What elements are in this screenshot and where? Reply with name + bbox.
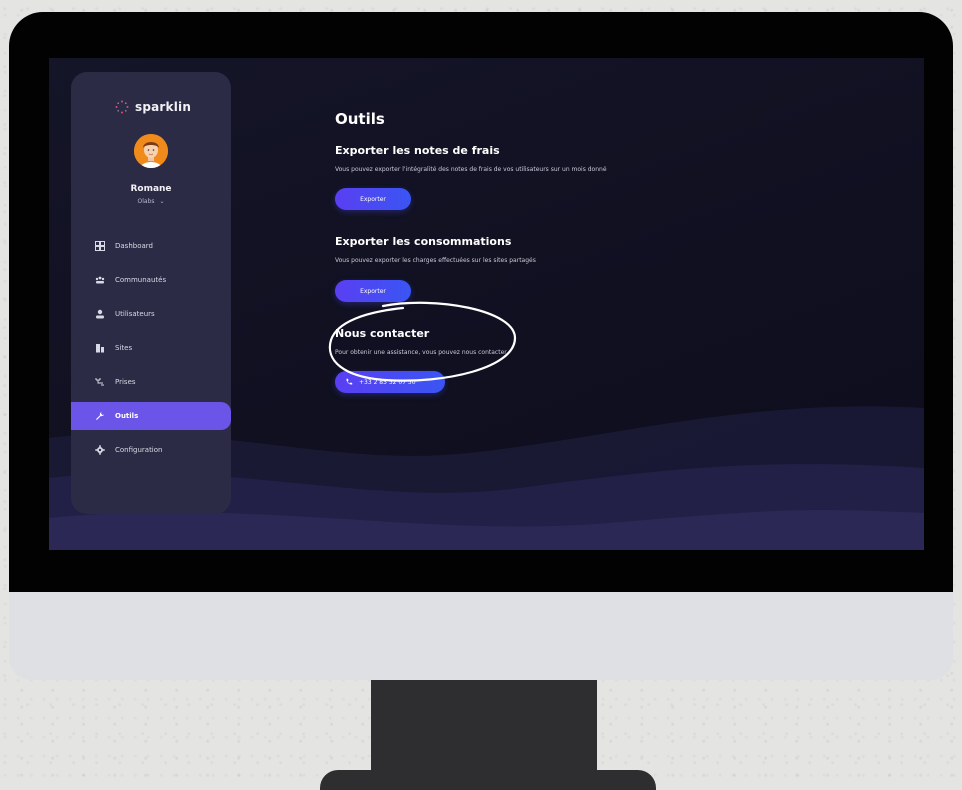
sparkle-logo-icon [115,100,129,114]
dashboard-icon [95,241,105,251]
contact-phone-button[interactable]: +33 2 85 52 07 50 [335,371,445,393]
communities-icon [95,276,105,284]
sidebar-item-utilisateurs[interactable]: Utilisateurs [71,300,231,328]
chevron-down-icon: ⌄ [159,198,165,205]
section-title-expense-export: Exporter les notes de frais [335,144,500,157]
sidebar-item-sites[interactable]: Sites [71,334,231,362]
export-expenses-button[interactable]: Exporter [335,188,411,210]
avatar[interactable] [134,134,168,168]
sidebar-item-label: Configuration [115,446,163,454]
sidebar-item-communautes[interactable]: Communautés [71,266,231,294]
monitor-chin [9,592,953,680]
export-consumption-button[interactable]: Exporter [335,280,411,302]
sidebar-item-configuration[interactable]: Configuration [71,436,231,464]
app-screen: sparklin Romane Olabs ⌄ Dashboard Commun… [49,58,924,550]
main-content: Outils Exporter les notes de frais Vous … [335,58,895,550]
sidebar-item-label: Prises [115,378,136,386]
org-selector[interactable]: Olabs ⌄ [71,198,231,205]
sidebar: sparklin Romane Olabs ⌄ Dashboard Commun… [71,72,231,514]
page-title: Outils [335,110,385,128]
building-icon [96,344,104,353]
section-title-consumption-export: Exporter les consommations [335,235,512,248]
section-description-consumption-export: Vous pouvez exporter les charges effectu… [335,257,536,264]
section-description-contact: Pour obtenir une assistance, vous pouvez… [335,349,507,356]
wrench-icon [96,412,104,420]
brand-logo[interactable]: sparklin [115,100,191,114]
sidebar-item-outils[interactable]: Outils [71,402,231,430]
section-description-expense-export: Vous pouvez exporter l'intégralité des n… [335,166,607,173]
org-name: Olabs [137,198,155,205]
sidebar-item-label: Dashboard [115,242,153,250]
section-title-contact: Nous contacter [335,327,430,340]
sidebar-item-prises[interactable]: Prises [71,368,231,396]
brand-name: sparklin [135,100,192,114]
sidebar-item-dashboard[interactable]: Dashboard [71,232,231,260]
gear-icon [95,445,105,455]
phone-icon [346,378,353,385]
avatar-image [134,134,168,168]
sidebar-item-label: Communautés [115,276,167,284]
monitor-stand-foot [320,770,656,790]
user-name: Romane [130,184,172,194]
sidebar-item-label: Utilisateurs [115,310,155,318]
sidebar-item-label: Outils [115,412,139,420]
contact-phone-number: +33 2 85 52 07 50 [359,378,416,386]
sidebar-item-label: Sites [115,344,133,352]
plug-icon [95,378,104,386]
user-icon [96,309,104,319]
sidebar-nav: Dashboard Communautés Utilisateurs Sites… [71,232,231,470]
